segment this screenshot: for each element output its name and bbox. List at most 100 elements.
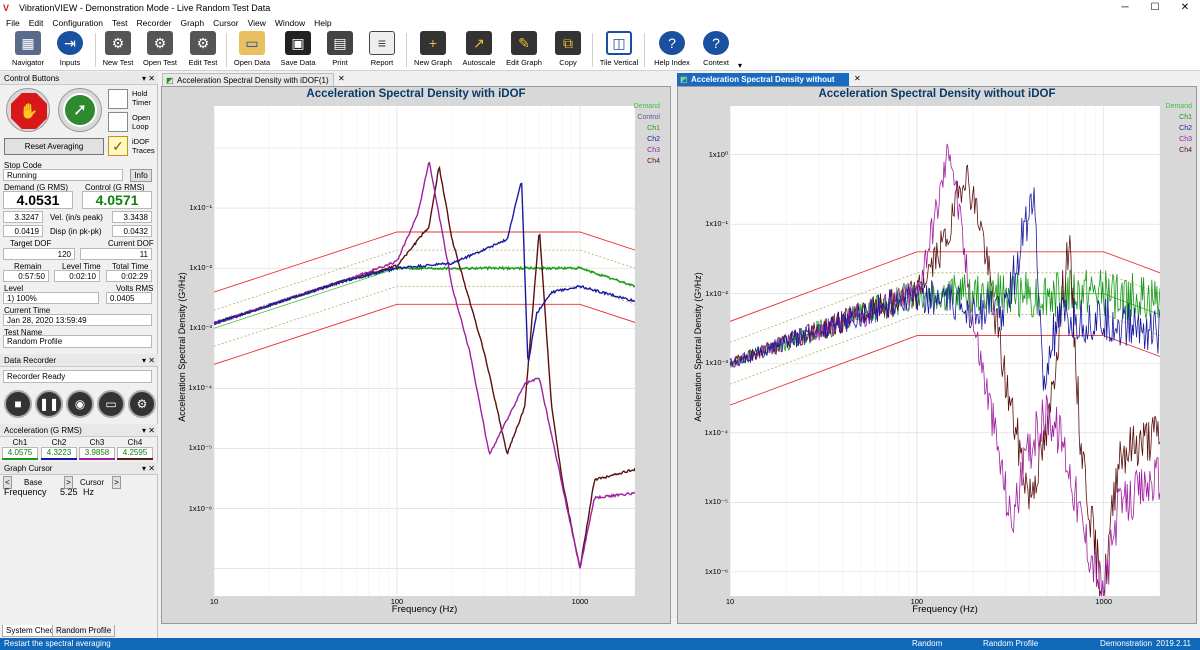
cursor-label: Cursor [80, 478, 105, 487]
edit-test-button[interactable]: ⚙ Edit Test [181, 31, 225, 71]
start-button[interactable]: ➚ [58, 88, 102, 132]
info-button[interactable]: Info [130, 169, 152, 182]
legend-ch1: Ch1 [647, 125, 660, 132]
new-graph-button[interactable]: + New Graph [411, 31, 455, 71]
frequency-unit: Hz [83, 487, 94, 497]
graph-tab-icon: ◩ [680, 75, 688, 84]
open-loop-label: Open Loop [132, 113, 151, 131]
menu-graph[interactable]: Graph [180, 18, 204, 28]
y-axis-label: Acceleration Spectral Density (G²/Hz) [177, 272, 187, 422]
plot-area[interactable] [214, 106, 635, 596]
tile-vertical-button[interactable]: ◫ Tile Vertical [597, 31, 641, 71]
toolbar-separator [592, 33, 593, 67]
menu-cursor[interactable]: Cursor [213, 18, 239, 28]
menu-view[interactable]: View [248, 18, 266, 28]
maximize-icon[interactable]: ☐ [1140, 0, 1170, 16]
control-value: 4.0571 [82, 191, 152, 209]
panel-pin-close-icon[interactable]: ▾ ✕ [142, 462, 155, 475]
status-profile: Random Profile [983, 639, 1039, 648]
recorder-settings-icon[interactable]: ⚙ [128, 390, 156, 418]
menu-window[interactable]: Window [275, 18, 305, 28]
series-ch4 [730, 164, 1160, 596]
open-loop-checkbox[interactable] [108, 112, 128, 132]
inputs-button[interactable]: ⇥ Inputs [48, 31, 92, 71]
panel-pin-close-icon[interactable]: ▾ ✕ [142, 424, 155, 437]
help-index-icon: ? [659, 31, 685, 55]
tab-close-icon[interactable]: ✕ [854, 74, 861, 83]
data-recorder-header: Data Recorder ▾ ✕ [0, 354, 158, 367]
edit-test-icon: ⚙ [190, 31, 216, 55]
panel-pin-close-icon[interactable]: ▾ ✕ [142, 354, 155, 367]
recorder-stop-icon[interactable]: ■ [4, 390, 32, 418]
edit-graph-button[interactable]: ✎ Edit Graph [502, 31, 546, 71]
menu-help[interactable]: Help [314, 18, 331, 28]
copy-button[interactable]: ⧉ Copy [546, 31, 590, 71]
tab-asd-with-idof[interactable]: ◩ Acceleration Spectral Density with iDO… [162, 73, 334, 86]
disp-label: Disp (in pk-pk) [50, 227, 102, 236]
idof-traces-label: iDOF Traces [132, 137, 155, 155]
context-help-button[interactable]: ? Context [694, 31, 738, 71]
x-tick-label: 100 [910, 597, 924, 606]
vel-demand-value: 3.3247 [3, 211, 43, 223]
recorder-record-icon[interactable]: ◉ [66, 390, 94, 418]
legend-demand: Demand [633, 103, 660, 110]
menu-configuration[interactable]: Configuration [52, 18, 103, 28]
hold-timer-checkbox[interactable] [108, 89, 128, 109]
plot-area[interactable] [730, 106, 1160, 596]
idof-traces-checkbox[interactable]: ✓ [108, 136, 128, 156]
navigator-button[interactable]: ▦ Navigator [6, 31, 50, 71]
ch1-label: Ch1 [12, 438, 28, 447]
help-index-button[interactable]: ? Help Index [650, 31, 694, 71]
y-axis-label: Acceleration Spectral Density (G²/Hz) [693, 272, 703, 422]
recorder-controls: ■ ❚❚ ◉ ▭ ⚙ [4, 390, 156, 420]
legend: Demand Ch1 Ch2 Ch3 Ch4 [1154, 101, 1192, 156]
series-ch3 [730, 143, 1160, 596]
remain-value: 0:57:50 [3, 270, 49, 282]
reset-averaging-button[interactable]: Reset Averaging [4, 138, 104, 155]
level-time-value: 0:02:10 [54, 270, 100, 282]
tab-asd-without-idof[interactable]: ◩ Acceleration Spectral Density without … [677, 73, 849, 97]
new-test-button[interactable]: ⚙ New Test [96, 31, 140, 71]
open-test-button[interactable]: ⚙ Open Test [138, 31, 182, 71]
recorder-pause-icon[interactable]: ❚❚ [35, 390, 63, 418]
menu-recorder[interactable]: Recorder [137, 18, 172, 28]
current-dof-value: 11 [80, 248, 152, 260]
tile-vertical-icon: ◫ [606, 31, 632, 55]
ch2-color-bar [41, 458, 77, 460]
frequency-label: Frequency [4, 487, 47, 497]
control-buttons-header: Control Buttons ▾ ✕ [0, 72, 158, 85]
base-label: Base [24, 478, 43, 487]
autoscale-button[interactable]: ↗ Autoscale [457, 31, 501, 71]
y-tick-label: 1x10⁻⁵ [704, 497, 728, 507]
test-name-value: Random Profile [3, 335, 152, 348]
menu-edit[interactable]: Edit [29, 18, 44, 28]
y-tick-label: 1x10⁻¹ [189, 203, 212, 213]
minimize-icon[interactable]: ─ [1110, 0, 1140, 16]
cursor-next-button[interactable]: > [112, 476, 121, 489]
legend-demand: Demand [1165, 103, 1192, 110]
legend-ch1: Ch1 [1179, 114, 1192, 121]
close-icon[interactable]: ✕ [1170, 0, 1200, 16]
print-button[interactable]: ▤ Print [318, 31, 362, 71]
tab-random-profile[interactable]: Random Profile [52, 625, 116, 637]
graph-cursor-header: Graph Cursor ▾ ✕ [0, 462, 158, 475]
series-upper-abort [730, 251, 1160, 322]
report-button[interactable]: ≡ Report [360, 31, 404, 71]
menu-file[interactable]: File [6, 18, 20, 28]
asd-plot-svg [214, 106, 635, 596]
status-version: 2019.2.11 [1156, 639, 1191, 648]
y-tick-label: 1x10⁻² [705, 288, 728, 298]
save-data-button[interactable]: ▣ Save Data [276, 31, 320, 71]
graph-window-with-idof: Acceleration Spectral Density with iDOF … [161, 86, 671, 624]
stop-button[interactable]: ✋ [6, 88, 50, 132]
open-data-button[interactable]: ▭ Open Data [230, 31, 274, 71]
panel-pin-close-icon[interactable]: ▾ ✕ [142, 72, 155, 85]
y-tick-label: 1x10⁻⁴ [704, 427, 728, 437]
toolbar-overflow-icon[interactable]: ▾ [738, 61, 742, 70]
recorder-open-icon[interactable]: ▭ [97, 390, 125, 418]
window-controls: ─ ☐ ✕ [1110, 0, 1200, 16]
menu-test[interactable]: Test [112, 18, 128, 28]
legend-control: Control [637, 114, 660, 121]
ch1-color-bar [2, 458, 38, 460]
tab-close-icon[interactable]: ✕ [338, 74, 345, 83]
